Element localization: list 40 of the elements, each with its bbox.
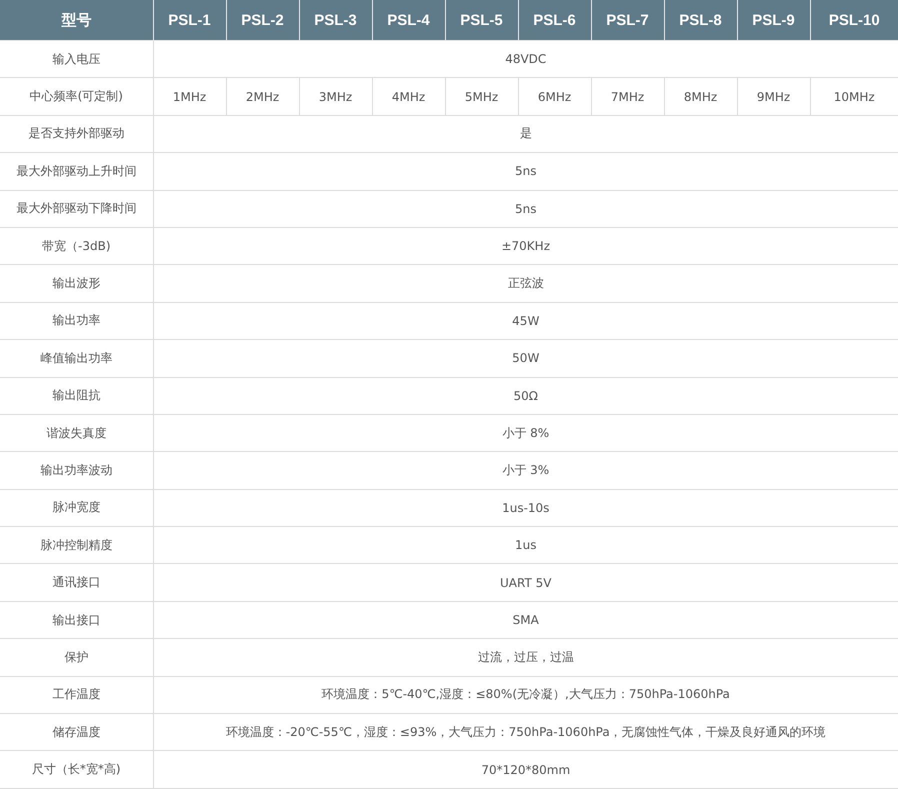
row-label: 峰值输出功率 bbox=[0, 340, 153, 378]
column-header: PSL-7 bbox=[591, 0, 664, 40]
row-label: 中心频率(可定制) bbox=[0, 78, 153, 116]
row-label: 脉冲控制精度 bbox=[0, 526, 153, 564]
table-cell: 2MHz bbox=[226, 78, 299, 116]
column-header: PSL-2 bbox=[226, 0, 299, 40]
row-label: 通讯接口 bbox=[0, 564, 153, 602]
row-label: 储存温度 bbox=[0, 714, 153, 751]
column-header: PSL-10 bbox=[810, 0, 898, 40]
table-cell: 9MHz bbox=[737, 78, 810, 116]
row-label: 工作温度 bbox=[0, 676, 153, 714]
column-header: PSL-9 bbox=[737, 0, 810, 40]
table-cell: 7MHz bbox=[591, 78, 664, 116]
row-label: 最大外部驱动下降时间 bbox=[0, 190, 153, 228]
column-header: PSL-1 bbox=[153, 0, 226, 40]
table-cell: 6MHz bbox=[518, 78, 591, 116]
table-cell: 8MHz bbox=[664, 78, 737, 116]
row-label: 输出阻抗 bbox=[0, 377, 153, 414]
row-label: 是否支持外部驱动 bbox=[0, 115, 153, 153]
column-header: PSL-4 bbox=[372, 0, 445, 40]
row-label: 输出功率 bbox=[0, 302, 153, 340]
row-label: 脉冲宽度 bbox=[0, 489, 153, 527]
column-header: PSL-3 bbox=[299, 0, 372, 40]
column-header: PSL-6 bbox=[518, 0, 591, 40]
row-label: 带宽（-3dB) bbox=[0, 227, 153, 265]
table-cell: 1MHz bbox=[153, 78, 226, 116]
table-cell: 5MHz bbox=[445, 78, 518, 116]
row-label: 尺寸（长*宽*高) bbox=[0, 750, 153, 788]
row-label: 保护 bbox=[0, 638, 153, 676]
column-header: PSL-8 bbox=[664, 0, 737, 40]
row-label: 输出波形 bbox=[0, 264, 153, 302]
row-label: 谐波失真度 bbox=[0, 414, 153, 452]
row-label: 输入电压 bbox=[0, 40, 153, 78]
row-label: 输出接口 bbox=[0, 601, 153, 639]
column-header: 型号 bbox=[0, 0, 153, 40]
column-header: PSL-5 bbox=[445, 0, 518, 40]
table-cell: 3MHz bbox=[299, 78, 372, 116]
row-label: 最大外部驱动上升时间 bbox=[0, 152, 153, 190]
row-label: 输出功率波动 bbox=[0, 452, 153, 490]
table-cell: 4MHz bbox=[372, 78, 445, 116]
